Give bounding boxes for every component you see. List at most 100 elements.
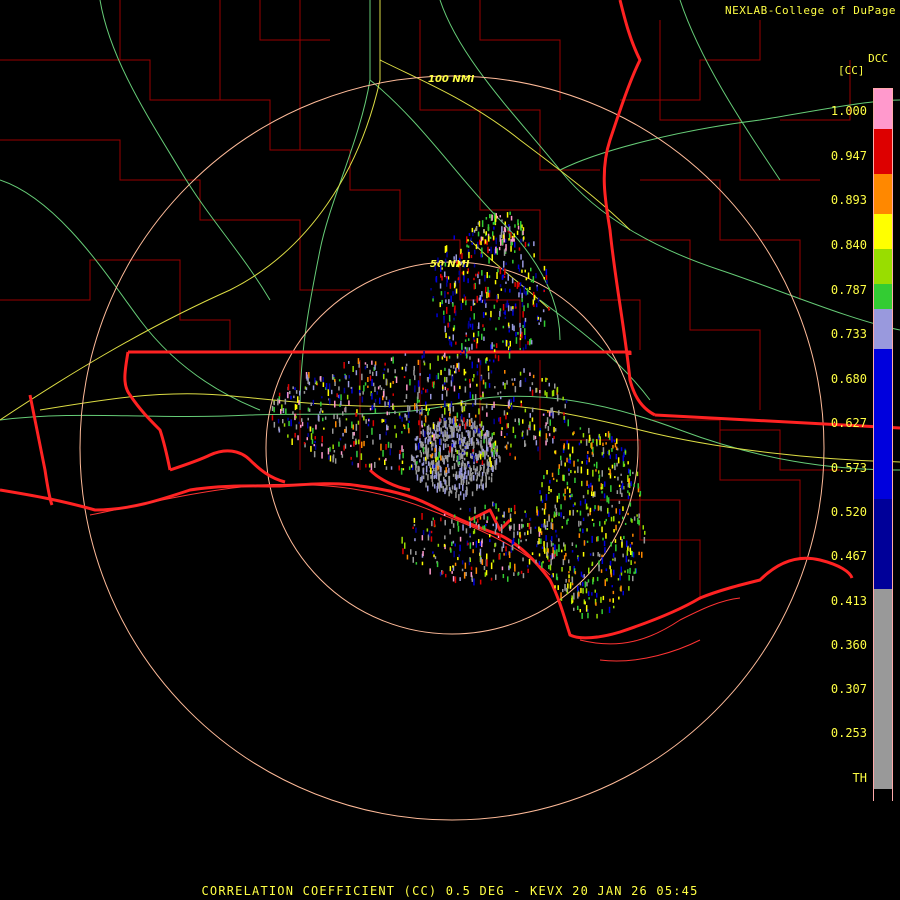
echo-gate: [475, 521, 478, 526]
echo-gate: [442, 354, 445, 357]
echo-gate: [579, 528, 581, 532]
echo-gate: [469, 508, 471, 512]
echo-gate: [299, 390, 301, 396]
echo-gate: [374, 364, 376, 370]
echo-gate: [493, 226, 495, 230]
echo-gate: [509, 348, 511, 352]
echo-gate: [321, 396, 323, 399]
echo-gate: [405, 394, 408, 399]
echo-gate: [620, 585, 622, 592]
echo-gate: [402, 449, 404, 453]
echo-gate: [480, 421, 483, 427]
echo-gate: [478, 428, 480, 434]
echo-gate: [434, 265, 437, 271]
echo-gate: [451, 451, 453, 456]
echo-gate: [524, 440, 526, 447]
echo-gate: [454, 445, 457, 448]
echo-gate: [466, 347, 468, 352]
echo-gate: [495, 451, 497, 455]
echo-gate: [500, 288, 503, 291]
echo-gate: [465, 332, 467, 335]
echo-gate: [488, 372, 490, 380]
echo-gate: [631, 519, 633, 523]
echo-gate: [622, 506, 624, 511]
echo-gate: [385, 444, 387, 450]
echo-gate: [278, 392, 281, 397]
echo-gate: [361, 441, 363, 448]
echo-gate: [329, 446, 331, 452]
echo-gate: [480, 376, 482, 381]
echo-gate: [493, 418, 495, 425]
echo-gate: [489, 539, 491, 543]
echo-gate: [446, 252, 448, 258]
echo-gate: [416, 461, 418, 465]
echo-gate: [603, 493, 606, 499]
echo-gate: [287, 392, 289, 399]
echo-gate: [485, 231, 487, 235]
echo-gate: [484, 274, 486, 282]
echo-gate: [426, 528, 429, 532]
echo-gate: [502, 274, 505, 277]
echo-gate: [474, 469, 477, 473]
echo-gate: [445, 332, 447, 338]
echo-gate: [466, 236, 468, 244]
echo-gate: [596, 592, 598, 598]
echo-gate: [430, 475, 432, 479]
echo-gate: [477, 271, 480, 275]
echo-gate: [345, 418, 348, 421]
echo-gate: [375, 371, 378, 377]
echo-gate: [571, 542, 574, 546]
echo-gate: [385, 458, 387, 461]
echo-gate: [498, 246, 501, 251]
echo-gate: [322, 377, 324, 382]
echo-gate: [616, 448, 619, 451]
echo-gate: [562, 493, 565, 497]
echo-gate: [368, 463, 371, 468]
echo-gate: [491, 443, 493, 449]
echo-gate: [521, 292, 523, 299]
echo-gate: [491, 452, 493, 458]
echo-gate: [382, 419, 385, 422]
echo-gate: [440, 473, 442, 476]
echo-gate: [539, 317, 542, 322]
echo-gate: [598, 474, 601, 479]
echo-gate: [423, 547, 426, 550]
echo-gate: [371, 405, 373, 410]
echo-gate: [440, 480, 442, 488]
echo-gate: [463, 452, 465, 456]
echo-gate: [459, 440, 461, 445]
echo-gate: [546, 438, 548, 443]
echo-gate: [444, 367, 446, 371]
echo-gate: [523, 305, 525, 312]
echo-gate: [634, 561, 636, 564]
echo-gate: [618, 484, 621, 488]
echo-gate: [508, 342, 510, 345]
echo-gate: [524, 408, 527, 413]
echo-gate: [314, 440, 316, 444]
echo-gate: [505, 444, 508, 450]
echo-gate: [481, 540, 483, 548]
echo-gate: [465, 572, 467, 577]
echo-gate: [478, 279, 481, 285]
echo-gate: [475, 540, 478, 548]
echo-gate: [560, 592, 562, 599]
echo-gate: [553, 435, 555, 439]
echo-gate: [517, 225, 520, 230]
echo-gate: [551, 553, 554, 560]
echo-gate: [569, 453, 571, 457]
echo-gate: [452, 291, 454, 296]
echo-gate: [613, 605, 615, 609]
echo-gate: [479, 548, 482, 556]
echo-gate: [470, 306, 472, 312]
echo-gate: [464, 562, 467, 569]
echo-gate: [374, 408, 377, 414]
echo-gate: [480, 236, 483, 242]
echo-gate: [416, 474, 419, 481]
echo-gate: [504, 445, 507, 449]
echo-gate: [461, 414, 463, 420]
echo-gate: [385, 431, 387, 436]
echo-gate: [501, 239, 504, 245]
echo-gate: [463, 264, 466, 268]
echo-gate: [612, 558, 614, 561]
echo-gate: [422, 462, 425, 466]
